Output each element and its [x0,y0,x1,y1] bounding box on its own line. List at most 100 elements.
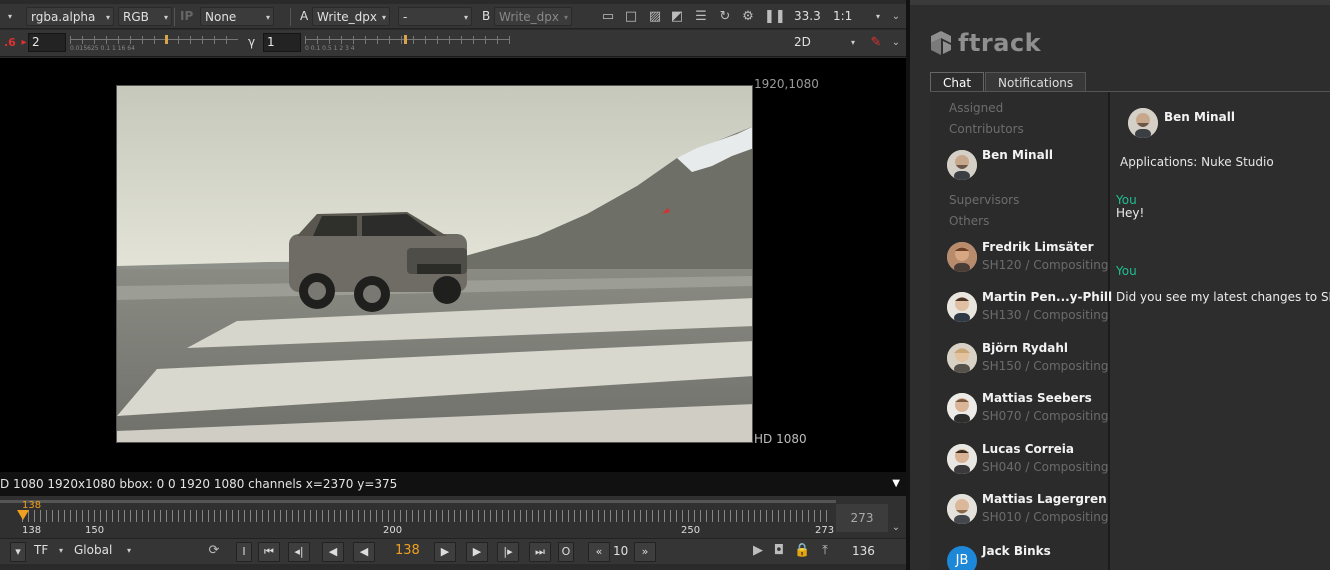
timeline-label: 150 [85,525,105,536]
gain-slider-knob[interactable] [165,35,168,44]
timeline-ruler[interactable] [22,510,832,522]
current-frame-field[interactable]: 138 [395,543,420,558]
chevron-down-icon[interactable]: ⌄ [888,9,904,25]
flipbook-icon[interactable]: ▶ [750,543,766,559]
playhead-marker[interactable] [17,510,29,520]
group-label-supervisors: Supervisors [949,193,1020,207]
chevron-down-icon[interactable]: ⌄ [888,520,904,536]
colorspace-value: RGB [123,10,149,24]
zoom-value[interactable]: 33.3 [790,7,821,26]
input-b-label: B [482,9,491,23]
frame-increment-field[interactable]: 10 [609,542,628,561]
participant-item[interactable]: Björn Rydahl SH150 / Compositing [947,341,1108,377]
go-to-start-icon[interactable]: ⏮ [258,542,280,562]
transport-menu-button[interactable]: ▾ [10,542,26,562]
wipe-mode-dropdown[interactable]: - ▾ [398,7,472,26]
avatar [947,444,977,474]
avatar [947,292,977,322]
timeline[interactable]: 138 138 150 200 250 273 273 ⌄ [0,496,906,538]
participant-item[interactable]: Ben Minall [947,148,1107,184]
roi-icon[interactable]: ▭ [600,9,616,25]
participant-role: SH120 / Compositing [982,258,1109,272]
view-mode-dropdown[interactable]: 2D ▾ [790,33,858,52]
capture-icon[interactable]: ◘ [771,543,787,559]
toolbar-menu-caret[interactable]: ▾ [0,7,18,26]
ip-toggle[interactable]: IP [176,7,193,26]
participant-item[interactable]: Lucas Correia SH040 / Compositing [947,442,1109,478]
in-point-button[interactable]: I [236,542,252,562]
step-forward-icon[interactable]: ▶ [466,542,488,562]
colorspace-dropdown[interactable]: RGB ▾ [118,7,172,26]
paint-brush-icon[interactable]: ✎ [868,35,884,51]
previous-keyframe-icon[interactable]: ◂| [288,542,310,562]
play-backward-icon[interactable]: ◀ [353,542,375,562]
out-point-button[interactable]: O [558,542,574,562]
refresh-icon[interactable]: ↻ [717,9,733,25]
tf-dropdown[interactable]: TF ▾ [30,541,66,560]
timeline-label: 138 [22,525,42,536]
skip-forward-icon[interactable]: » [634,542,656,562]
overlay-icon[interactable]: ◩ [669,9,685,25]
settings-gear-icon[interactable]: ⚙ [740,9,756,25]
gain-scale: 0.015625 0.1 1 16 64 [70,45,135,52]
view-mode-value: 2D [794,35,811,49]
gain-field[interactable]: 2 [28,33,66,52]
gamma-slider[interactable]: 0 0.1 0.5 1 2 3 4 [305,33,510,53]
divider [290,8,291,26]
frame-icon[interactable]: □ [623,9,639,25]
avatar-initials: JB [947,546,977,570]
lock-icon[interactable]: 🔒 [794,543,810,559]
group-label-assigned: Assigned [949,101,1004,115]
upload-icon[interactable]: ⤒ [817,543,833,559]
go-to-end-icon[interactable]: ⏭ [529,542,551,562]
participant-item[interactable]: Mattias Seebers SH070 / Compositing [947,391,1108,427]
lines-icon[interactable]: ☰ [693,9,709,25]
ftrack-logo-text: ftrack [958,29,1042,57]
timeline-label: 200 [383,525,403,536]
participant-role: SH040 / Compositing [982,460,1109,474]
gain-prefix: .6 [4,36,16,49]
tab-chat[interactable]: Chat [930,72,985,92]
play-forward-icon[interactable]: ▶ [434,542,456,562]
tab-notifications[interactable]: Notifications [985,72,1087,92]
participant-item[interactable]: Mattias Lagergren SH010 / Compositing [947,492,1108,528]
input-b-dropdown[interactable]: Write_dpx ▾ [494,7,572,26]
divider [174,8,175,26]
next-keyframe-icon[interactable]: |▸ [497,542,519,562]
car-on-runway-image [117,86,752,442]
chat-conversation: Ben Minall Applications: Nuke Studio You… [1112,92,1330,570]
avatar [947,393,977,423]
channels-dropdown[interactable]: rgba.alpha ▾ [26,7,114,26]
ftrack-panel: ftrack Chat Notifications Assigned Contr… [910,0,1330,570]
ratio-dropdown[interactable]: 1:1 ▾ [829,7,883,26]
participant-item[interactable]: JB Jack Binks [947,544,1107,570]
avatar [947,242,977,272]
loop-icon[interactable]: ⟳ [206,543,222,559]
gain-slider[interactable]: 0.015625 0.1 1 16 64 [70,33,238,53]
group-label-others: Others [949,214,990,228]
participant-item[interactable]: Martin Pen...y-Phillips SH130 / Composit… [947,290,1132,326]
participant-name: Lucas Correia [982,442,1074,456]
proxy-dropdown[interactable]: None ▾ [200,7,274,26]
participant-name: Mattias Lagergren [982,492,1107,506]
message-author: You [1116,264,1137,278]
participant-item[interactable]: Fredrik Limsäter SH120 / Compositing [947,240,1109,276]
tf-value: TF [34,543,49,557]
viewer-toolbar-bottom: .6 ▸ 2 0.015625 0.1 1 16 64 γ 1 0 0.1 0.… [0,30,906,57]
timeline-range-bar[interactable] [0,500,836,503]
chat-info-applications: Applications: Nuke Studio [1120,155,1274,169]
gamma-slider-knob[interactable] [404,35,407,44]
end-frame-field[interactable]: 273 [836,504,888,532]
gamma-field[interactable]: 1 [263,33,301,52]
fps-field[interactable]: 136 [848,542,875,561]
chevron-down-icon[interactable]: ⌄ [888,35,904,51]
scope-dropdown[interactable]: Global ▾ [70,541,134,560]
skip-back-icon[interactable]: « [588,542,610,562]
mask-stripes-icon[interactable]: ▨ [647,9,663,25]
participant-name: Ben Minall [982,148,1053,162]
input-a-dropdown[interactable]: Write_dpx ▾ [312,7,390,26]
pause-icon[interactable]: ❚❚ [764,9,786,25]
info-expand-icon[interactable]: ▼ [892,472,900,496]
viewer-canvas[interactable]: 1920,1080 HD 1080 [0,58,906,472]
step-back-icon[interactable]: ◀ [322,542,344,562]
